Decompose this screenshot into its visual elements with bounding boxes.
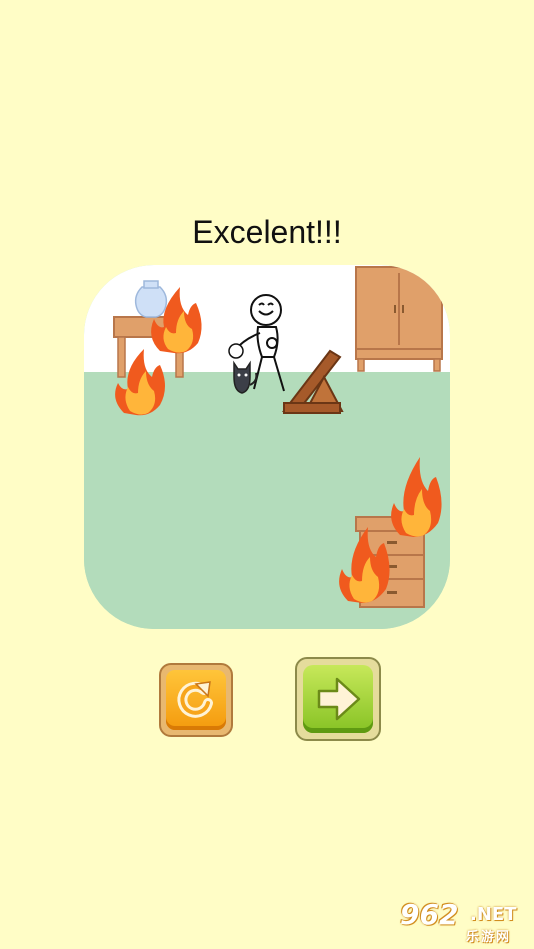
retry-button[interactable]: [159, 663, 233, 737]
arrow-right-icon: [317, 677, 361, 721]
room-illustration: [84, 265, 450, 629]
level-scene: [84, 265, 450, 629]
refresh-arrow-icon: [177, 681, 213, 718]
result-title: Excelent!!!: [192, 214, 342, 250]
site-watermark: 962 .NET 乐游网: [396, 898, 528, 945]
watermark-domain: .NET: [470, 904, 517, 925]
watermark-digits: 962: [400, 898, 459, 931]
next-level-button[interactable]: [295, 657, 381, 741]
wardrobe: [355, 266, 443, 372]
watermark-label: 乐游网: [466, 930, 512, 945]
